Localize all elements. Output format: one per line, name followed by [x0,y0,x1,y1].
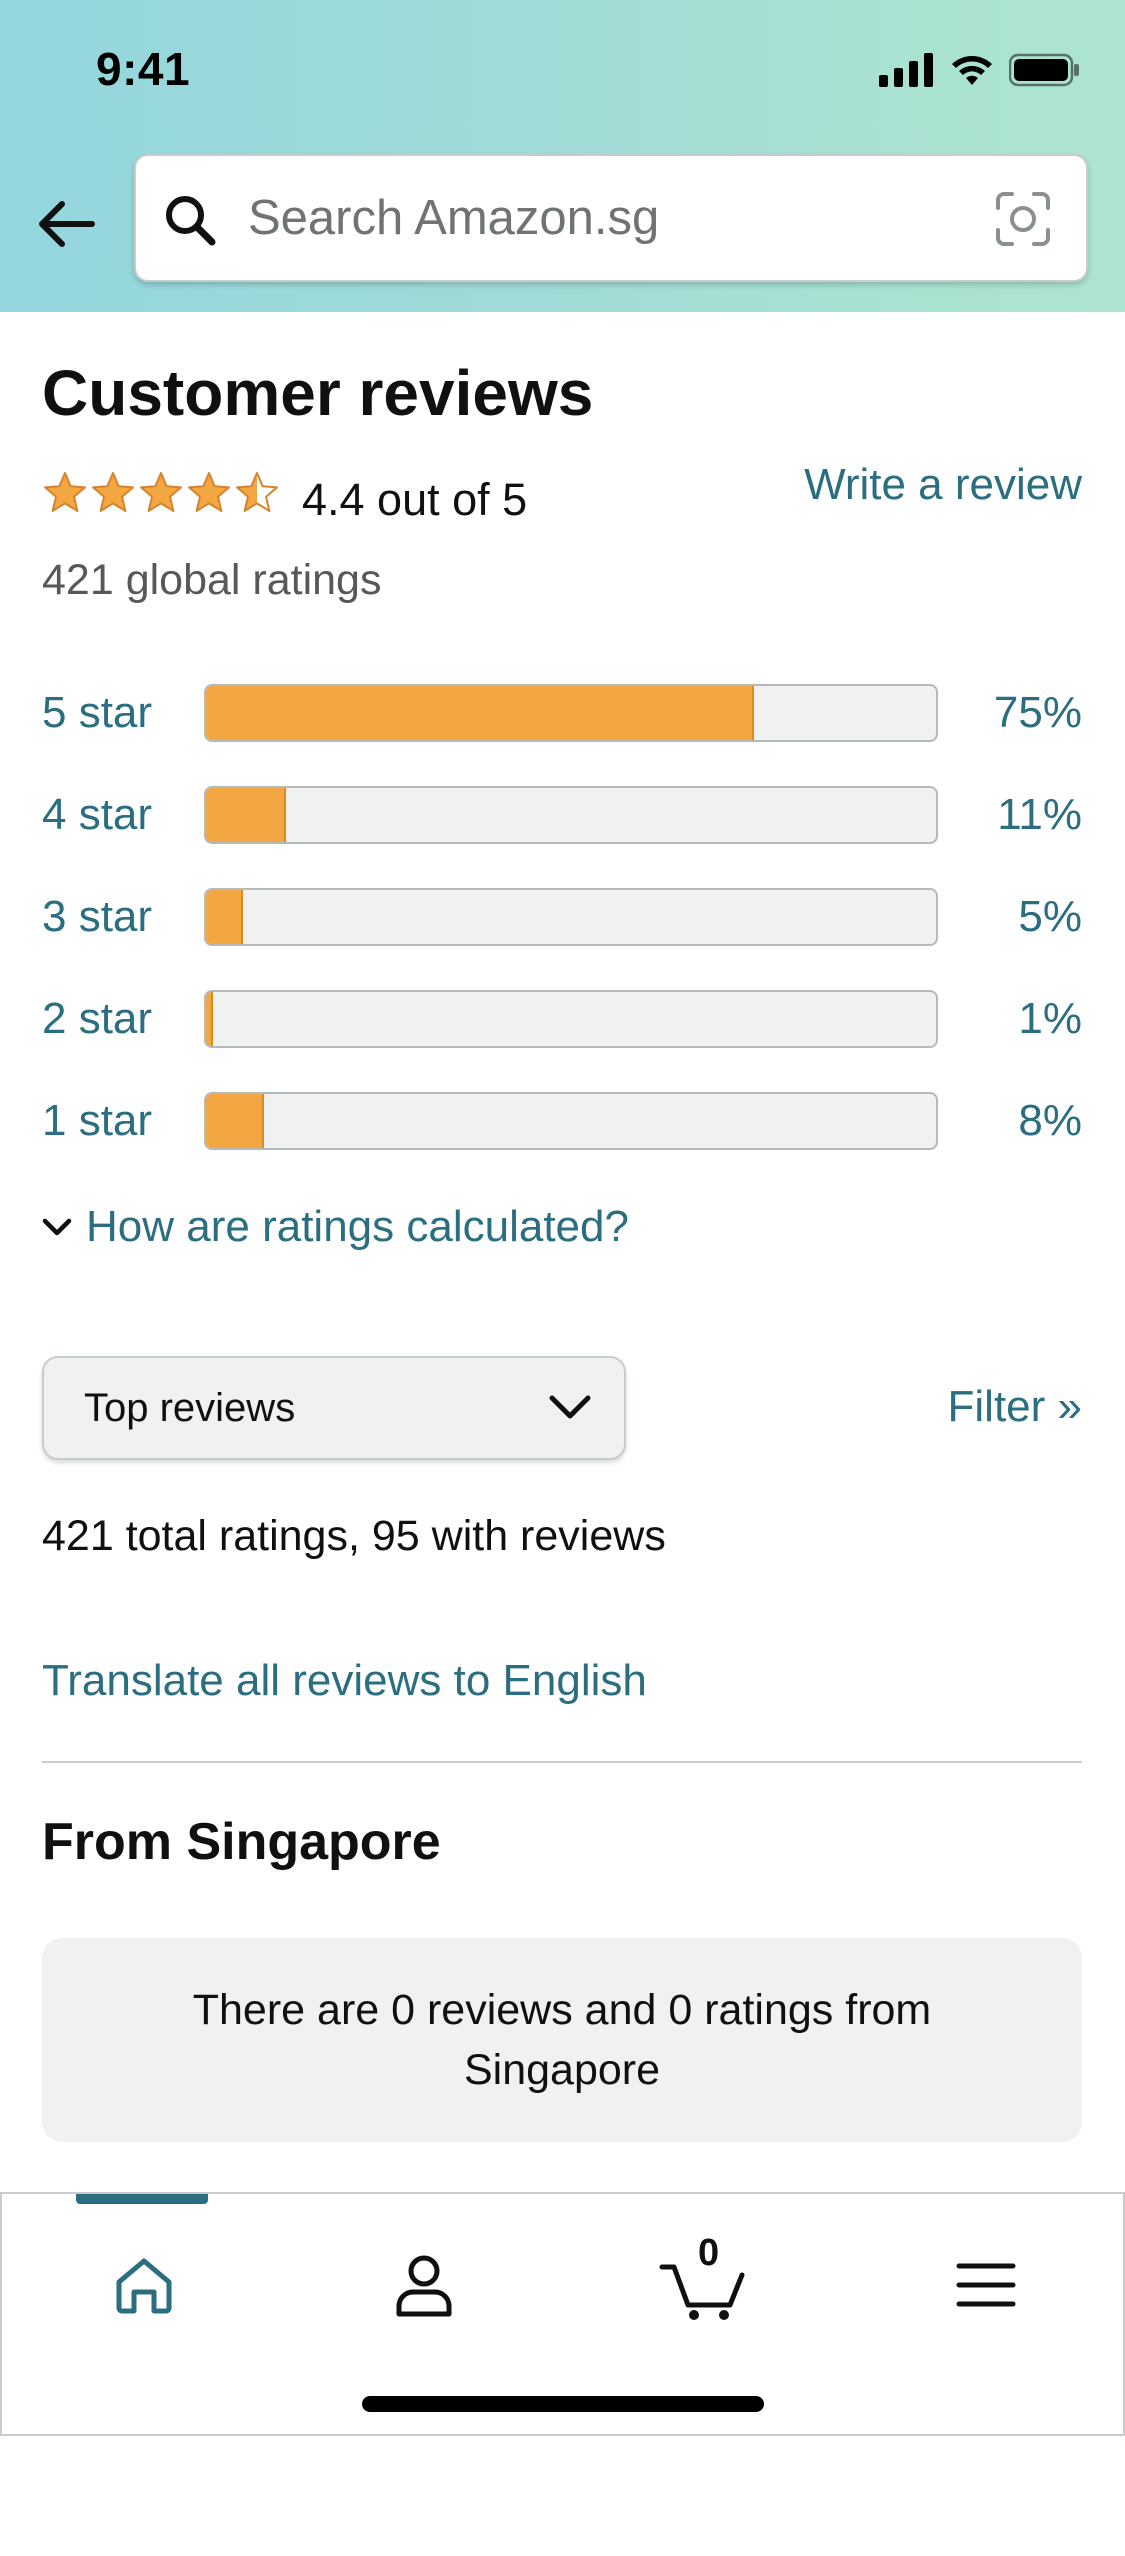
histogram-percent[interactable]: 1% [1018,988,1082,1050]
histogram-row-1-star[interactable]: 1 star 8% [42,1090,1082,1192]
star-full-icon [44,472,86,512]
wifi-icon [952,56,992,85]
from-singapore-notice-text: There are 0 reviews and 0 ratings from S… [192,1986,932,2094]
search-placeholder: Search Amazon.sg [248,191,660,245]
menu-icon [956,2263,1016,2307]
global-ratings-count: 421 global ratings [42,556,382,604]
histogram-bar-fill [206,890,243,944]
search-input[interactable]: Search Amazon.sg [134,154,1088,282]
how-ratings-calculated-toggle[interactable]: How are ratings calculated? [42,1202,629,1252]
star-full-icon [188,472,230,512]
write-review-link[interactable]: Write a review [804,460,1082,510]
nav-menu[interactable] [926,2230,1046,2340]
histogram-percent[interactable]: 8% [1018,1090,1082,1152]
histogram-row-4-star[interactable]: 4 star 11% [42,784,1082,886]
search-icon [166,196,216,246]
histogram-row-3-star[interactable]: 3 star 5% [42,886,1082,988]
how-ratings-calculated-label[interactable]: How are ratings calculated? [86,1202,629,1252]
status-time: 9:41 [96,43,191,95]
star-full-icon [140,472,182,512]
sort-select[interactable]: Top reviews [42,1356,626,1460]
histogram-bar[interactable] [204,786,938,844]
home-indicator [362,2396,764,2412]
status-icons [879,48,1081,92]
star-half-icon [236,472,278,512]
histogram-bar[interactable] [204,888,938,946]
histogram-label[interactable]: 3 star [42,886,152,948]
battery-icon [1009,53,1079,87]
header: 9:41 Search Amazon.sg [0,0,1125,312]
histogram-label[interactable]: 1 star [42,1090,152,1152]
signal-icon [879,53,933,87]
histogram-label[interactable]: 4 star [42,784,152,846]
star-rating [42,470,280,516]
histogram-bar[interactable] [204,990,938,1048]
rating-summary: 4.4 out of 5 [302,474,528,525]
home-icon [116,2258,172,2314]
page-title: Customer reviews [42,357,594,429]
from-singapore-heading: From Singapore [42,1813,441,1871]
histogram-percent[interactable]: 11% [997,784,1082,846]
nav-home[interactable] [84,2230,204,2340]
histogram-bar[interactable] [204,684,938,742]
histogram-bar-fill [206,1094,265,1148]
cart-count-badge: 0 [698,2232,720,2274]
account-icon [396,2255,452,2317]
histogram-label[interactable]: 5 star [42,682,152,744]
star-full-icon [92,472,134,512]
histogram-bar-fill [206,992,214,1046]
histogram-row-5-star[interactable]: 5 star 75% [42,682,1082,784]
total-ratings-text: 421 total ratings, 95 with reviews [42,1512,666,1560]
sort-selected-value: Top reviews [84,1386,296,1430]
chevron-down-icon [549,1395,591,1419]
divider [42,1761,1082,1763]
histogram-row-2-star[interactable]: 2 star 1% [42,988,1082,1090]
from-singapore-notice: There are 0 reviews and 0 ratings from S… [42,1938,1082,2142]
camera-search-icon[interactable] [994,190,1052,248]
nav-cart[interactable]: 0 [644,2230,764,2340]
back-arrow-icon[interactable] [30,188,102,260]
filter-link[interactable]: Filter » [948,1382,1082,1432]
nav-active-indicator [76,2194,208,2204]
histogram-bar-fill [206,788,287,842]
chevron-down-icon [42,1218,72,1236]
rating-histogram: 5 star 75% 4 star 11% 3 star 5% 2 star 1… [42,682,1082,1192]
histogram-percent[interactable]: 5% [1018,886,1082,948]
histogram-percent[interactable]: 75% [994,682,1082,744]
histogram-bar[interactable] [204,1092,938,1150]
histogram-label[interactable]: 2 star [42,988,152,1050]
nav-account[interactable] [364,2230,484,2340]
histogram-bar-fill [206,686,754,740]
translate-reviews-link[interactable]: Translate all reviews to English [42,1656,647,1706]
